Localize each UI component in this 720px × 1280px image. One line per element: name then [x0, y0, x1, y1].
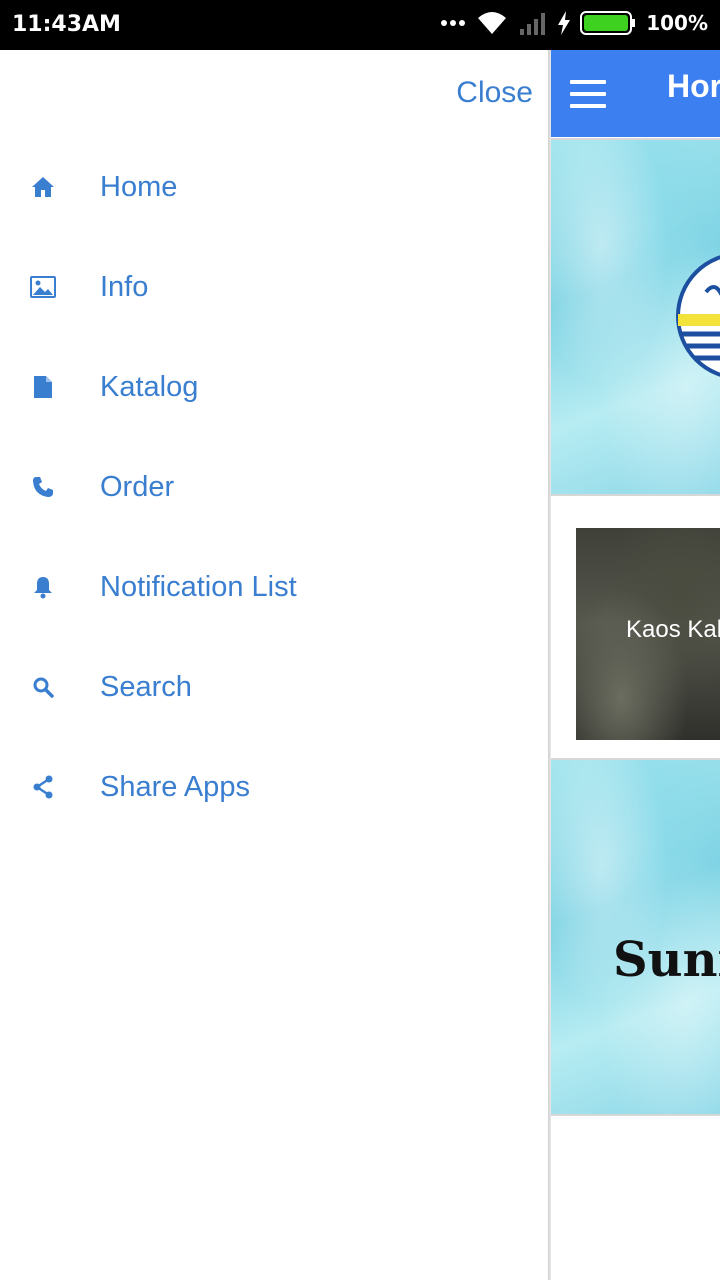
logo-icon: [676, 255, 720, 377]
share-icon: [30, 774, 56, 800]
phone-icon: [30, 474, 56, 500]
banner-text: Sunn: [613, 932, 720, 988]
home-banner[interactable]: [551, 138, 720, 496]
navigation-drawer: Close Home Info Katalog Order Notificati…: [0, 50, 548, 1280]
menu-label: Notification List: [100, 570, 297, 603]
menu-item-katalog[interactable]: Katalog: [0, 337, 548, 437]
page-title: Hor: [667, 68, 720, 104]
bell-icon: [30, 574, 56, 600]
drawer-menu: Home Info Katalog Order Notification Lis: [0, 137, 548, 837]
search-icon: [30, 674, 56, 700]
menu-label: Info: [100, 270, 149, 303]
charging-icon: [558, 11, 571, 35]
menu-label: Search: [100, 670, 192, 703]
signal-icon: [520, 13, 546, 35]
promo-banner[interactable]: Sunn: [551, 758, 720, 1116]
menu-label: Katalog: [100, 370, 199, 403]
card-caption: Kaos Kak: [626, 616, 720, 643]
battery-percent: 100%: [646, 11, 708, 35]
menu-item-notification-list[interactable]: Notification List: [0, 537, 548, 637]
close-button[interactable]: Close: [456, 76, 533, 110]
menu-item-share-apps[interactable]: Share Apps: [0, 737, 548, 837]
menu-item-home[interactable]: Home: [0, 137, 548, 237]
status-time: 11:43AM: [12, 12, 121, 37]
menu-item-info[interactable]: Info: [0, 237, 548, 337]
battery-icon: [580, 11, 636, 35]
menu-label: Order: [100, 470, 175, 503]
menu-label: Share Apps: [100, 770, 250, 803]
menu-item-search[interactable]: Search: [0, 637, 548, 737]
status-icons: 100%: [440, 10, 708, 36]
document-icon: [30, 374, 56, 400]
product-card-strip: Kaos Kak: [551, 498, 720, 760]
image-icon: [30, 274, 56, 300]
home-icon: [30, 174, 56, 200]
menu-icon[interactable]: [570, 80, 606, 108]
menu-label: Home: [100, 170, 178, 203]
menu-item-order[interactable]: Order: [0, 437, 548, 537]
status-bar: 11:43AM 100%: [0, 0, 720, 50]
wifi-icon: [478, 12, 507, 34]
product-card[interactable]: Kaos Kak: [576, 528, 720, 740]
app-bar: Hor: [551, 50, 720, 137]
more-dots-icon: [441, 20, 466, 26]
main-content: Hor Kaos Kak Sunn: [551, 50, 720, 1280]
